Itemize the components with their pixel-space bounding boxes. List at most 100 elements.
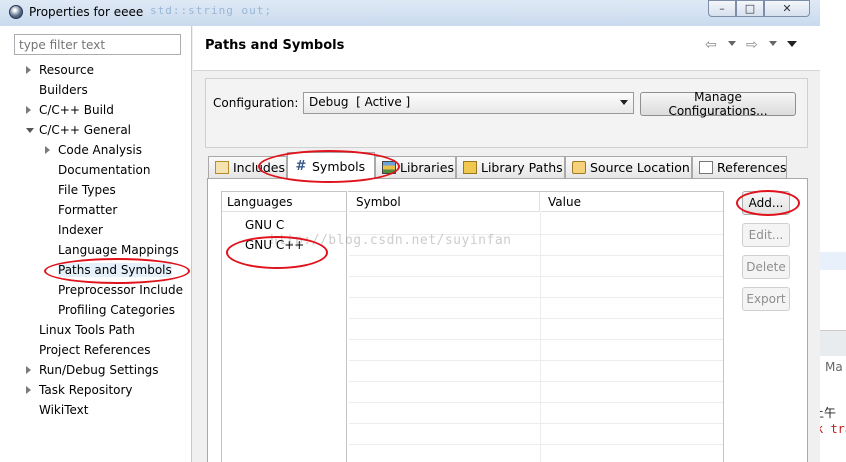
view-menu-icon[interactable] <box>787 41 797 47</box>
maximize-button[interactable]: □ <box>736 0 764 17</box>
column-header-value[interactable]: Value <box>541 192 723 212</box>
add-button[interactable]: Add... <box>742 191 790 215</box>
tree-item-label: Documentation <box>58 163 151 177</box>
tab-libraries[interactable]: Libraries <box>375 156 456 178</box>
table-row <box>349 444 723 445</box>
tab-label: Library Paths <box>481 160 563 175</box>
background-text-code: k tra <box>816 422 846 436</box>
includes-icon <box>215 161 229 174</box>
back-arrow-icon[interactable]: ⇦ <box>705 37 717 53</box>
tree-item-label: File Types <box>58 183 116 197</box>
forward-dropdown-icon[interactable] <box>769 41 777 46</box>
expand-arrow-icon[interactable] <box>45 146 50 154</box>
expand-arrow-icon[interactable] <box>26 366 31 374</box>
close-button[interactable]: ✕ <box>764 0 810 17</box>
tab-label: References <box>717 160 787 175</box>
tree-item-label: Language Mappings <box>58 243 179 257</box>
tree-item-c-c-general[interactable]: C/C++ General <box>39 121 131 139</box>
tree-item-wikitext[interactable]: WikiText <box>39 401 89 419</box>
filter-input[interactable] <box>14 34 181 55</box>
close-icon: ✕ <box>782 2 792 15</box>
tab-label: Includes <box>233 160 286 175</box>
tree-item-language-mappings[interactable]: Language Mappings <box>58 241 179 259</box>
background-window <box>820 0 846 462</box>
tree-item-documentation[interactable]: Documentation <box>58 161 151 179</box>
tree-item-linux-tools-path[interactable]: Linux Tools Path <box>39 321 135 339</box>
page-title: Paths and Symbols <box>205 38 345 53</box>
tab-library-paths[interactable]: Library Paths <box>456 156 565 178</box>
tree-item-task-repository[interactable]: Task Repository <box>39 381 133 399</box>
tab-source-location[interactable]: Source Location <box>565 156 692 178</box>
tree-item-label: C/C++ Build <box>39 103 114 117</box>
tab-label: Libraries <box>400 160 454 175</box>
tab-label: Symbols <box>312 158 366 174</box>
eclipse-icon <box>9 5 23 19</box>
manage-configurations-button[interactable]: Manage Configurations... <box>640 90 796 118</box>
configuration-value: Debug [ Active ] <box>309 95 411 109</box>
tree-item-builders[interactable]: Builders <box>39 81 88 99</box>
table-row <box>349 381 723 382</box>
tab-includes[interactable]: Includes <box>208 156 287 178</box>
column-divider <box>540 212 541 462</box>
tree-item-label: Project References <box>39 343 151 357</box>
symbols-table[interactable] <box>348 191 724 462</box>
background-code-text: std::string out; <box>150 4 272 17</box>
tree-item-run-debug-settings[interactable]: Run/Debug Settings <box>39 361 159 379</box>
configuration-select[interactable]: Debug [ Active ] <box>303 92 634 114</box>
tree-item-label: Code Analysis <box>58 143 142 157</box>
tree-item-project-references[interactable]: Project References <box>39 341 151 359</box>
tree-item-code-analysis[interactable]: Code Analysis <box>58 141 142 159</box>
back-dropdown-icon[interactable] <box>728 41 736 46</box>
background-text-ma: Ma <box>825 360 843 374</box>
tree-item-label: Indexer <box>58 223 103 237</box>
expand-arrow-icon[interactable] <box>26 386 31 394</box>
tree-item-label: Formatter <box>58 203 118 217</box>
tree-item-label: Profiling Categories <box>58 303 175 317</box>
tree-item-label: Resource <box>39 63 95 77</box>
maximize-icon: □ <box>744 2 756 15</box>
expand-arrow-icon[interactable] <box>26 106 31 114</box>
tree-item-label: Linux Tools Path <box>39 323 135 337</box>
references-icon <box>699 161 713 174</box>
tree-item-label: Builders <box>39 83 88 97</box>
language-item-gnu-c[interactable]: GNU C <box>245 218 284 232</box>
forward-arrow-icon[interactable]: ⇨ <box>746 37 758 53</box>
tree-item-indexer[interactable]: Indexer <box>58 221 103 239</box>
tree-item-c-c-build[interactable]: C/C++ Build <box>39 101 114 119</box>
tree-item-preprocessor-include[interactable]: Preprocessor Include <box>58 281 183 299</box>
watermark-text: http://blog.csdn.net/suyinfan <box>270 233 512 248</box>
collapse-arrow-icon[interactable] <box>26 128 34 133</box>
languages-header[interactable]: Languages <box>222 192 346 212</box>
tab-symbols[interactable]: # Symbols <box>287 152 375 179</box>
table-row <box>349 423 723 424</box>
tab-references[interactable]: References <box>692 156 787 178</box>
tree-item-label: WikiText <box>39 403 89 417</box>
tree-item-profiling-categories[interactable]: Profiling Categories <box>58 301 175 319</box>
background-highlight <box>820 252 846 270</box>
folder-icon <box>572 161 586 174</box>
tree-item-resource[interactable]: Resource <box>39 61 94 79</box>
tree-item-label: Paths and Symbols <box>58 263 172 277</box>
background-toolbar <box>820 330 846 356</box>
minimize-icon: – <box>719 2 725 15</box>
table-row <box>349 360 723 361</box>
table-row <box>349 402 723 403</box>
tree-item-label: Run/Debug Settings <box>39 363 159 377</box>
export-button[interactable]: Export <box>742 287 790 311</box>
expand-arrow-icon[interactable] <box>26 66 31 74</box>
configuration-label: Configuration: <box>213 96 299 110</box>
tab-label: Source Location <box>590 160 690 175</box>
chevron-down-icon[interactable] <box>620 100 628 105</box>
tree-item-file-types[interactable]: File Types <box>58 181 116 199</box>
delete-button[interactable]: Delete <box>742 255 790 279</box>
tree-item-paths-and-symbols[interactable]: Paths and Symbols <box>58 261 172 279</box>
tree-item-label: C/C++ General <box>39 123 132 137</box>
window-title: Properties for eeee <box>29 5 144 19</box>
table-row <box>349 297 723 298</box>
minimize-button[interactable]: – <box>708 0 736 17</box>
tree-item-formatter[interactable]: Formatter <box>58 201 117 219</box>
table-row <box>349 339 723 340</box>
edit-button[interactable]: Edit... <box>742 223 790 247</box>
table-row <box>349 276 723 277</box>
column-header-symbol[interactable]: Symbol <box>349 192 540 212</box>
